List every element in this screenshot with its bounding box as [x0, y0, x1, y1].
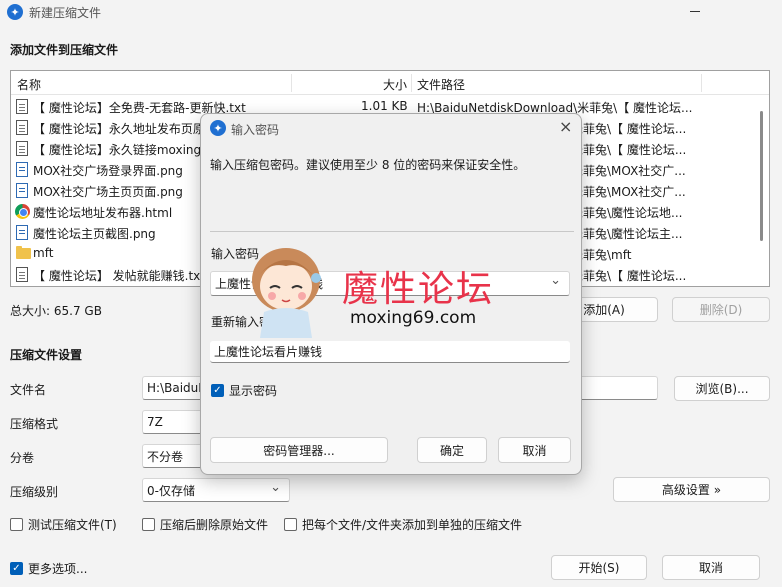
checkbox-box [10, 518, 23, 531]
browse-button[interactable]: 浏览(B)... [674, 376, 770, 401]
reenter-password-input[interactable]: 上魔性论坛看片赚钱 [210, 341, 570, 363]
close-icon[interactable]: × [559, 117, 572, 136]
filename-label: 文件名 [10, 383, 47, 397]
watermark-title: 魔性论坛 [342, 269, 495, 310]
total-size: 总大小: 65.7 GB [10, 304, 102, 318]
watermark-url: moxing69.com [350, 308, 477, 328]
main-cancel-button[interactable]: 取消 [662, 555, 760, 580]
app-icon: ✦ [7, 4, 23, 20]
app-icon: ✦ [210, 120, 226, 136]
level-label: 压缩级别 [10, 485, 59, 499]
folder-icon [16, 246, 31, 259]
password-manager-button[interactable]: 密码管理器... [210, 437, 388, 463]
text-file-icon [16, 141, 28, 156]
settings-title: 压缩文件设置 [10, 348, 83, 362]
text-file-icon [16, 120, 28, 135]
image-file-icon [16, 183, 28, 198]
window-title: 新建压缩文件 [29, 6, 102, 20]
check-icon: ✓ [211, 384, 224, 397]
mascot-image [252, 248, 321, 338]
test-archive-checkbox[interactable]: 测试压缩文件(T) [10, 516, 117, 533]
dialog-ok-button[interactable]: 确定 [417, 437, 487, 463]
advanced-settings-button[interactable]: 高级设置 » [613, 477, 770, 502]
start-button[interactable]: 开始(S) [551, 555, 647, 580]
minimize-icon[interactable] [690, 11, 700, 12]
checkbox-box [284, 518, 297, 531]
column-name[interactable]: 名称 [17, 76, 41, 93]
level-select[interactable]: 0-仅存储 [142, 478, 290, 502]
section-title: 添加文件到压缩文件 [10, 43, 119, 57]
image-file-icon [16, 225, 28, 240]
separate-archives-checkbox[interactable]: 把每个文件/文件夹添加到单独的压缩文件 [284, 516, 522, 533]
dialog-title: 输入密码 [231, 123, 280, 137]
file-list-header: 名称 大小 文件路径 [11, 71, 769, 95]
watermark: 魔性论坛 moxing69.com [240, 240, 530, 340]
text-file-icon [16, 267, 28, 282]
title-bar: ✦ 新建压缩文件 [0, 0, 782, 24]
column-size[interactable]: 大小 [383, 76, 407, 93]
format-label: 压缩格式 [10, 417, 59, 431]
split-label: 分卷 [10, 451, 35, 465]
vertical-scrollbar[interactable] [760, 111, 763, 241]
delete-button[interactable]: 删除(D) [672, 297, 770, 322]
delete-after-checkbox[interactable]: 压缩后删除原始文件 [142, 516, 268, 533]
dialog-cancel-button[interactable]: 取消 [498, 437, 571, 463]
more-options-checkbox[interactable]: ✓ 更多选项... [10, 560, 87, 577]
divider [210, 231, 574, 232]
show-password-checkbox[interactable]: ✓ 显示密码 [211, 382, 277, 399]
checkbox-box [142, 518, 155, 531]
chrome-icon [15, 204, 30, 219]
dialog-description: 输入压缩包密码。建议使用至少 8 位的密码来保证安全性。 [210, 158, 526, 172]
text-file-icon [16, 99, 28, 114]
column-path[interactable]: 文件路径 [417, 76, 465, 93]
image-file-icon [16, 162, 28, 177]
check-icon: ✓ [10, 562, 23, 575]
